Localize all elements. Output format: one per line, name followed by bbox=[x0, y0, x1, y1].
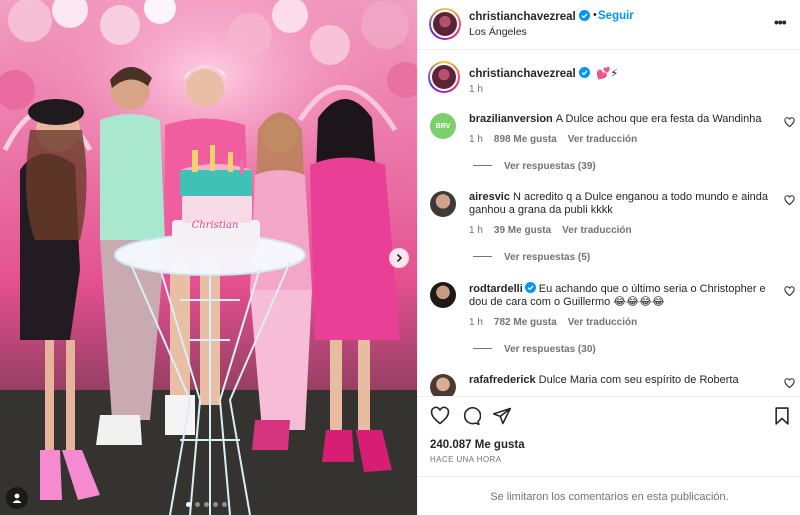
translate-link[interactable]: Ver traducción bbox=[562, 225, 631, 236]
commenter-avatar[interactable] bbox=[430, 374, 456, 396]
carousel-dot bbox=[213, 502, 218, 507]
comment-text: brazilianversion A Dulce achou que era fe… bbox=[469, 113, 774, 126]
comments-list[interactable]: christianchavezreal 💕⚡ 1 h BRV brazilian… bbox=[418, 51, 800, 396]
comment-body: A Dulce achou que era festa da Wandinha bbox=[555, 113, 762, 125]
tagged-users-button[interactable] bbox=[6, 487, 28, 509]
commenter-username[interactable]: brazilianversion bbox=[469, 113, 553, 125]
replies-label: Ver respuestas (39) bbox=[504, 161, 596, 172]
commenter-avatar[interactable]: BRV bbox=[430, 113, 456, 139]
comment-time: 1 h bbox=[469, 225, 483, 236]
caption-row: christianchavezreal 💕⚡ bbox=[469, 66, 618, 80]
heart-icon[interactable] bbox=[784, 286, 795, 297]
view-replies-button[interactable]: Ver respuestas (30) bbox=[473, 344, 596, 355]
post-timestamp: HACE UNA HORA bbox=[430, 455, 502, 464]
likes-count[interactable]: 240.087 Me gusta bbox=[430, 439, 525, 451]
translate-link[interactable]: Ver traducción bbox=[568, 317, 637, 328]
post-location[interactable]: Los Ángeles bbox=[469, 26, 527, 38]
comment-time: 1 h bbox=[469, 134, 483, 145]
heart-icon[interactable] bbox=[784, 117, 795, 128]
verified-icon bbox=[578, 10, 590, 21]
post-side-panel: christianchavezreal • Seguir Los Ángeles… bbox=[417, 0, 800, 515]
commenter-avatar[interactable] bbox=[430, 191, 456, 217]
author-username[interactable]: christianchavezreal bbox=[469, 11, 576, 23]
replies-label: Ver respuestas (5) bbox=[504, 252, 591, 263]
view-replies-button[interactable]: Ver respuestas (39) bbox=[473, 161, 596, 172]
comment-time: 1 h bbox=[469, 317, 483, 328]
caption-text: 💕⚡ bbox=[595, 68, 619, 80]
author-username-row: christianchavezreal bbox=[469, 10, 590, 23]
caption-time: 1 h bbox=[469, 84, 483, 95]
next-photo-button[interactable] bbox=[389, 248, 409, 268]
post-header: christianchavezreal • Seguir Los Ángeles… bbox=[418, 0, 800, 50]
comments-limited-notice: Se limitaron los comentarios en esta pub… bbox=[418, 476, 800, 515]
comment-icon[interactable] bbox=[461, 406, 481, 426]
carousel-dot bbox=[186, 502, 191, 507]
heart-icon[interactable] bbox=[430, 406, 450, 426]
party-photo-illustration: Christian bbox=[0, 0, 417, 515]
comment-likes[interactable]: 898 Me gusta bbox=[494, 134, 557, 145]
commenter-username[interactable]: rafafrederick bbox=[469, 374, 536, 386]
caption-username[interactable]: christianchavezreal bbox=[469, 68, 576, 80]
comment-text: airesvic N acredito q a Dulce enganou a t… bbox=[469, 191, 774, 217]
post-modal: Christian christianchavezreal • Seguir L… bbox=[0, 0, 800, 515]
verified-icon bbox=[578, 67, 590, 78]
commenter-username[interactable]: rodtardelli bbox=[469, 283, 523, 295]
cake-text: Christian bbox=[192, 220, 239, 231]
post-photo[interactable]: Christian bbox=[0, 0, 417, 515]
comment-meta: 1 h 898 Me gusta Ver traducción bbox=[469, 134, 648, 145]
heart-icon[interactable] bbox=[784, 378, 795, 389]
carousel-dot bbox=[195, 502, 200, 507]
view-replies-button[interactable]: Ver respuestas (5) bbox=[473, 252, 590, 263]
commenter-username[interactable]: airesvic bbox=[469, 191, 510, 203]
carousel-dot bbox=[222, 502, 227, 507]
more-options-icon[interactable]: ••• bbox=[774, 14, 787, 30]
replies-label: Ver respuestas (30) bbox=[504, 344, 596, 355]
bookmark-icon[interactable] bbox=[772, 406, 792, 426]
avatar-initials: BRV bbox=[435, 122, 451, 130]
comment-likes[interactable]: 782 Me gusta bbox=[494, 317, 557, 328]
comment-body: Dulce Maria com seu espírito de Roberta bbox=[538, 374, 739, 386]
verified-icon bbox=[524, 282, 536, 293]
comment-body: N acredito q a Dulce enganou a todo mund… bbox=[469, 191, 768, 216]
chevron-right-icon bbox=[396, 253, 403, 263]
author-avatar[interactable] bbox=[429, 8, 461, 40]
heart-icon[interactable] bbox=[784, 195, 795, 206]
user-tag-icon bbox=[12, 493, 22, 503]
comment-text: rafafrederick Dulce Maria com seu espírit… bbox=[469, 374, 774, 387]
separator-dot: • bbox=[593, 9, 597, 21]
comment-meta: 1 h 782 Me gusta Ver traducción bbox=[469, 317, 648, 328]
carousel-dot bbox=[204, 502, 209, 507]
carousel-indicator bbox=[186, 502, 227, 507]
comment-likes[interactable]: 39 Me gusta bbox=[494, 225, 551, 236]
comment-text: rodtardelli Eu achando que o último seria… bbox=[469, 282, 774, 309]
follow-button[interactable]: Seguir bbox=[598, 10, 634, 22]
commenter-avatar[interactable] bbox=[430, 282, 456, 308]
comment-meta: 1 h 39 Me gusta Ver traducción bbox=[469, 225, 643, 236]
translate-link[interactable]: Ver traducción bbox=[568, 134, 637, 145]
caption-avatar[interactable] bbox=[428, 61, 460, 93]
share-icon[interactable] bbox=[492, 406, 512, 426]
